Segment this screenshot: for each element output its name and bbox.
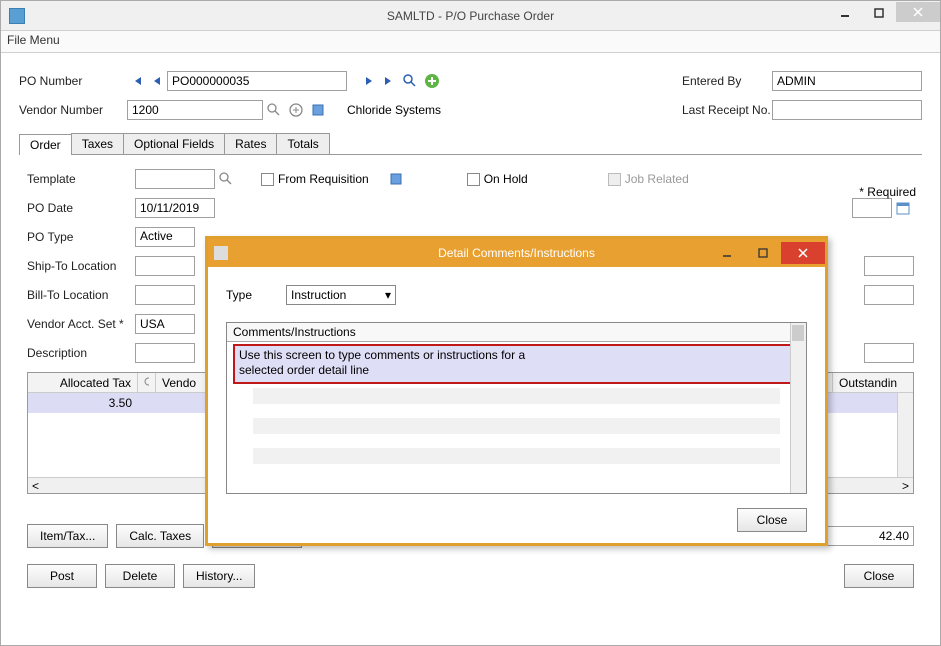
- vendor-number-label: Vendor Number: [19, 103, 127, 117]
- comments-row-highlight[interactable]: Use this screen to type comments or inst…: [233, 344, 800, 384]
- comment-line2: selected order detail line: [239, 363, 794, 378]
- grid-col-allocated-tax[interactable]: Allocated Tax: [28, 373, 138, 392]
- prev-record-icon[interactable]: [150, 74, 164, 88]
- comments-empty-row[interactable]: [253, 448, 780, 464]
- entered-by-input[interactable]: [772, 71, 922, 91]
- ship-to-label: Ship-To Location: [27, 259, 135, 273]
- po-number-input[interactable]: [167, 71, 347, 91]
- from-requisition-label: From Requisition: [278, 172, 369, 186]
- template-label: Template: [27, 172, 135, 186]
- bill-to-label: Bill-To Location: [27, 288, 135, 302]
- grid-cell-tax: 3.50: [28, 396, 138, 410]
- detail-comments-dialog: Detail Comments/Instructions Type Instru…: [205, 236, 828, 546]
- arrival-date-input[interactable]: [852, 198, 892, 218]
- comments-grid[interactable]: Comments/Instructions Use this screen to…: [226, 322, 807, 494]
- description-input[interactable]: [135, 343, 195, 363]
- on-hold-checkbox[interactable]: [467, 173, 480, 186]
- po-date-label: PO Date: [27, 201, 135, 215]
- from-requisition-checkbox[interactable]: [261, 173, 274, 186]
- dialog-close-x-button[interactable]: [781, 242, 825, 264]
- ship-to-extra-input[interactable]: [864, 256, 914, 276]
- grid-col-finder-icon[interactable]: [138, 373, 156, 392]
- finder-icon[interactable]: [265, 101, 283, 119]
- close-button[interactable]: Close: [844, 564, 914, 588]
- tab-rates[interactable]: Rates: [224, 133, 277, 154]
- last-receipt-label: Last Receipt No.: [682, 103, 772, 117]
- tab-order[interactable]: Order: [19, 134, 72, 155]
- on-hold-label: On Hold: [484, 172, 528, 186]
- tab-optional-fields[interactable]: Optional Fields: [123, 133, 225, 154]
- add-vendor-icon[interactable]: [287, 101, 305, 119]
- scroll-left-icon[interactable]: <: [28, 479, 43, 493]
- dialog-maximize-button[interactable]: [745, 242, 781, 264]
- comments-vertical-scrollbar[interactable]: [790, 323, 806, 493]
- bill-to-input[interactable]: [135, 285, 195, 305]
- po-type-select[interactable]: Active: [135, 227, 195, 247]
- po-type-label: PO Type: [27, 230, 135, 244]
- entered-by-label: Entered By: [682, 74, 772, 88]
- new-icon[interactable]: [423, 72, 441, 90]
- zoom-icon[interactable]: [401, 72, 419, 90]
- ship-to-input[interactable]: [135, 256, 195, 276]
- window-titlebar: SAMLTD - P/O Purchase Order: [1, 1, 940, 31]
- window-maximize-button[interactable]: [862, 2, 896, 24]
- dialog-icon: [214, 246, 228, 260]
- reference-input[interactable]: [864, 343, 914, 363]
- window-minimize-button[interactable]: [828, 2, 862, 24]
- history-button[interactable]: History...: [183, 564, 255, 588]
- tabstrip: Order Taxes Optional Fields Rates Totals: [19, 133, 922, 155]
- window-title: SAMLTD - P/O Purchase Order: [1, 9, 940, 23]
- vendor-acct-input[interactable]: [135, 314, 195, 334]
- grid-col-outstanding[interactable]: Outstandin: [833, 373, 913, 392]
- tab-taxes[interactable]: Taxes: [71, 133, 124, 154]
- vendor-name: Chloride Systems: [347, 103, 441, 117]
- app-icon: [9, 8, 25, 24]
- comments-column-header: Comments/Instructions: [227, 323, 806, 342]
- dialog-close-button[interactable]: Close: [737, 508, 807, 532]
- type-label: Type: [226, 288, 286, 302]
- grid-vertical-scrollbar[interactable]: [897, 393, 913, 477]
- window-close-button[interactable]: [896, 2, 940, 22]
- comment-line1: Use this screen to type comments or inst…: [239, 348, 794, 363]
- calc-taxes-button[interactable]: Calc. Taxes: [116, 524, 204, 548]
- po-number-label: PO Number: [19, 74, 127, 88]
- job-related-label: Job Related: [625, 172, 689, 186]
- description-label: Description: [27, 346, 135, 360]
- next-record-icon[interactable]: [362, 74, 376, 88]
- first-record-icon[interactable]: [130, 74, 144, 88]
- dialog-minimize-button[interactable]: [709, 242, 745, 264]
- file-menu[interactable]: File Menu: [7, 33, 60, 47]
- template-input[interactable]: [135, 169, 215, 189]
- vendor-acct-label: Vendor Acct. Set *: [27, 317, 135, 331]
- chevron-down-icon: ▾: [385, 288, 391, 302]
- post-button[interactable]: Post: [27, 564, 97, 588]
- vendor-drilldown-icon[interactable]: [309, 101, 327, 119]
- last-record-icon[interactable]: [382, 74, 396, 88]
- template-finder-icon[interactable]: [217, 170, 235, 188]
- last-receipt-input[interactable]: [772, 100, 922, 120]
- vendor-number-input[interactable]: [127, 100, 263, 120]
- comments-empty-row[interactable]: [253, 418, 780, 434]
- bill-to-extra-input[interactable]: [864, 285, 914, 305]
- po-date-input[interactable]: [135, 198, 215, 218]
- calendar-icon[interactable]: [894, 199, 912, 217]
- comments-empty-row[interactable]: [253, 388, 780, 404]
- item-tax-button[interactable]: Item/Tax...: [27, 524, 108, 548]
- delete-button[interactable]: Delete: [105, 564, 175, 588]
- job-related-checkbox: [608, 173, 621, 186]
- scroll-right-icon[interactable]: >: [898, 479, 913, 493]
- required-indicator: * Required: [859, 185, 916, 199]
- type-select[interactable]: Instruction ▾: [286, 285, 396, 305]
- menubar: File Menu: [1, 31, 940, 53]
- tab-totals[interactable]: Totals: [276, 133, 329, 154]
- requisition-drilldown-icon[interactable]: [387, 170, 405, 188]
